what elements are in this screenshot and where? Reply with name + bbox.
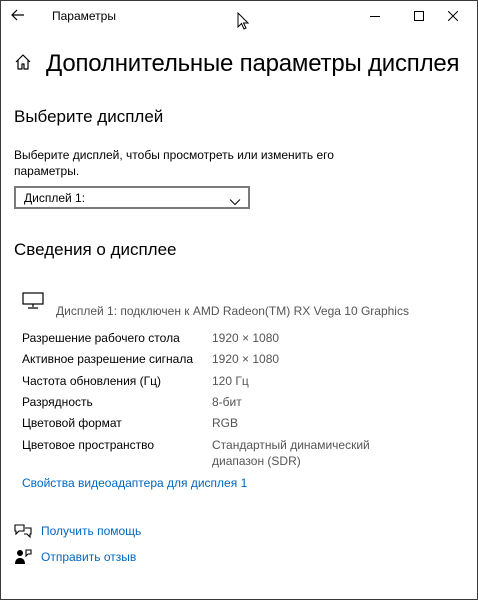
select-display-description: Выберите дисплей, чтобы просмотреть или … bbox=[14, 148, 334, 178]
minimize-icon bbox=[370, 15, 380, 17]
window-title: Параметры bbox=[52, 9, 116, 23]
display-select[interactable]: Дисплей 1: bbox=[14, 186, 250, 209]
page-title: Дополнительные параметры дисплея bbox=[46, 50, 460, 77]
info-value: Стандартный динамический диапазон (SDR) bbox=[212, 438, 370, 468]
display-connection-text: Дисплей 1: подключен к AMD Radeon(TM) RX… bbox=[56, 304, 409, 318]
help-icon bbox=[14, 522, 32, 543]
home-icon[interactable] bbox=[14, 53, 32, 76]
close-icon bbox=[448, 10, 458, 21]
window-frame bbox=[0, 0, 478, 600]
info-value: 1920 × 1080 bbox=[212, 352, 280, 366]
send-feedback-link[interactable]: Отправить отзыв bbox=[41, 550, 136, 564]
info-value: 1920 × 1080 bbox=[212, 331, 280, 345]
adapter-properties-link[interactable]: Свойства видеоадаптера для дисплея 1 bbox=[22, 476, 247, 490]
info-value: 8-бит bbox=[212, 395, 242, 409]
display-select-value: Дисплей 1: bbox=[24, 191, 86, 205]
info-label: Активное разрешение сигнала bbox=[22, 352, 194, 366]
mouse-cursor-icon bbox=[237, 11, 250, 35]
info-value: RGB bbox=[212, 416, 239, 430]
info-label: Частота обновления (Гц) bbox=[22, 374, 161, 388]
display-info-heading: Сведения о дисплее bbox=[14, 240, 177, 259]
maximize-icon bbox=[414, 10, 424, 21]
chevron-down-icon bbox=[229, 193, 241, 211]
info-label: Цветовое пространство bbox=[22, 438, 155, 452]
get-help-link[interactable]: Получить помощь bbox=[41, 524, 141, 538]
close-button[interactable] bbox=[430, 0, 476, 31]
feedback-icon bbox=[14, 548, 32, 571]
info-label: Разрядность bbox=[22, 395, 93, 409]
minimize-button[interactable] bbox=[352, 0, 398, 31]
info-label: Цветовой формат bbox=[22, 416, 122, 430]
info-label: Разрешение рабочего стола bbox=[22, 331, 180, 345]
back-arrow-icon[interactable] bbox=[9, 6, 27, 24]
monitor-icon bbox=[22, 292, 44, 315]
select-display-heading: Выберите дисплей bbox=[14, 107, 164, 126]
info-value: 120 Гц bbox=[212, 374, 249, 388]
